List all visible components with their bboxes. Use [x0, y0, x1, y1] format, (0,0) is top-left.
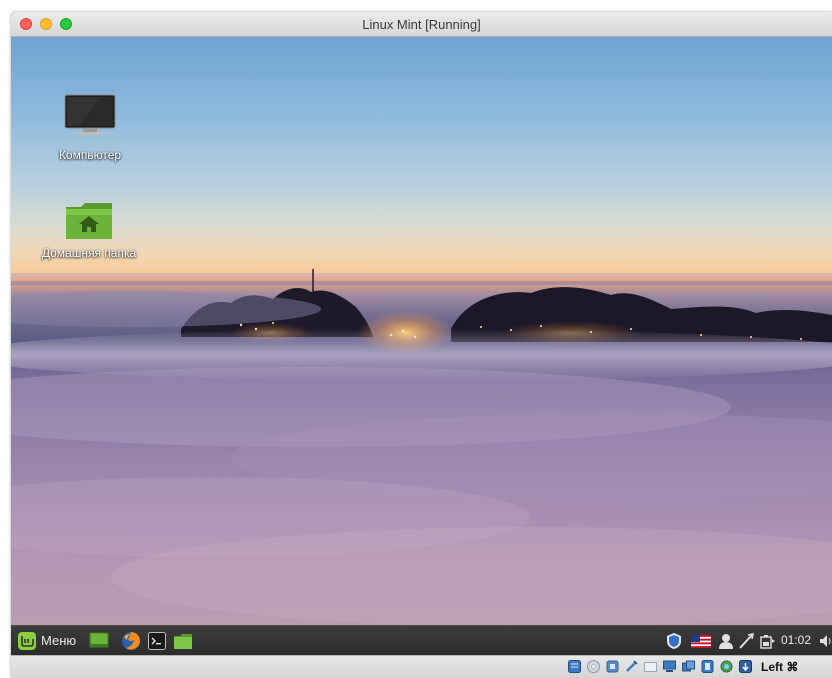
recording-icon[interactable]	[701, 660, 714, 673]
clock[interactable]: 01:02	[781, 633, 811, 647]
desktop-icon-label: Компьютер	[58, 148, 122, 162]
battery-icon[interactable]	[759, 633, 775, 649]
cpu-icon[interactable]	[720, 660, 733, 673]
taskbar-panel: Меню 01:02	[11, 625, 832, 655]
desktop-icon-label: Домашняя папка	[41, 246, 137, 260]
network-icon[interactable]	[738, 633, 754, 649]
menu-button[interactable]: Меню	[15, 630, 79, 652]
home-folder-icon	[66, 203, 112, 239]
shield-icon[interactable]	[666, 632, 682, 650]
terminal-icon[interactable]	[148, 632, 166, 650]
shared-folders-icon[interactable]	[644, 660, 657, 673]
optical-drive-icon[interactable]	[587, 660, 600, 673]
audio-icon[interactable]	[606, 660, 619, 673]
volume-icon[interactable]	[819, 634, 831, 648]
monitor-icon	[64, 94, 116, 135]
desktop-icon-computer[interactable]: Компьютер	[35, 93, 145, 162]
firefox-icon[interactable]	[121, 631, 141, 651]
user-icon[interactable]	[719, 633, 733, 649]
virtualbox-window: Linux Mint [Running] Компьютер Домашняя …	[11, 12, 832, 678]
window-titlebar[interactable]: Linux Mint [Running]	[11, 12, 832, 37]
vm-statusbar: Left ⌘	[11, 655, 832, 678]
network-adapter-icon[interactable]	[682, 660, 695, 673]
window-title: Linux Mint [Running]	[362, 17, 481, 32]
hdd-icon[interactable]	[568, 660, 581, 673]
files-icon[interactable]	[173, 633, 193, 650]
menu-label: Меню	[41, 633, 77, 648]
desktop-icon-home-folder[interactable]: Домашняя папка	[21, 199, 157, 260]
show-desktop-icon[interactable]	[89, 632, 109, 650]
us-flag-icon[interactable]	[691, 635, 711, 648]
display-icon[interactable]	[663, 660, 676, 673]
usb-icon[interactable]	[625, 660, 638, 673]
host-key-indicator[interactable]: Left ⌘	[761, 660, 798, 674]
guest-desktop[interactable]: Компьютер Домашняя папка	[11, 37, 832, 625]
mint-logo-icon	[18, 632, 36, 650]
mouse-integration-icon[interactable]	[739, 660, 752, 673]
